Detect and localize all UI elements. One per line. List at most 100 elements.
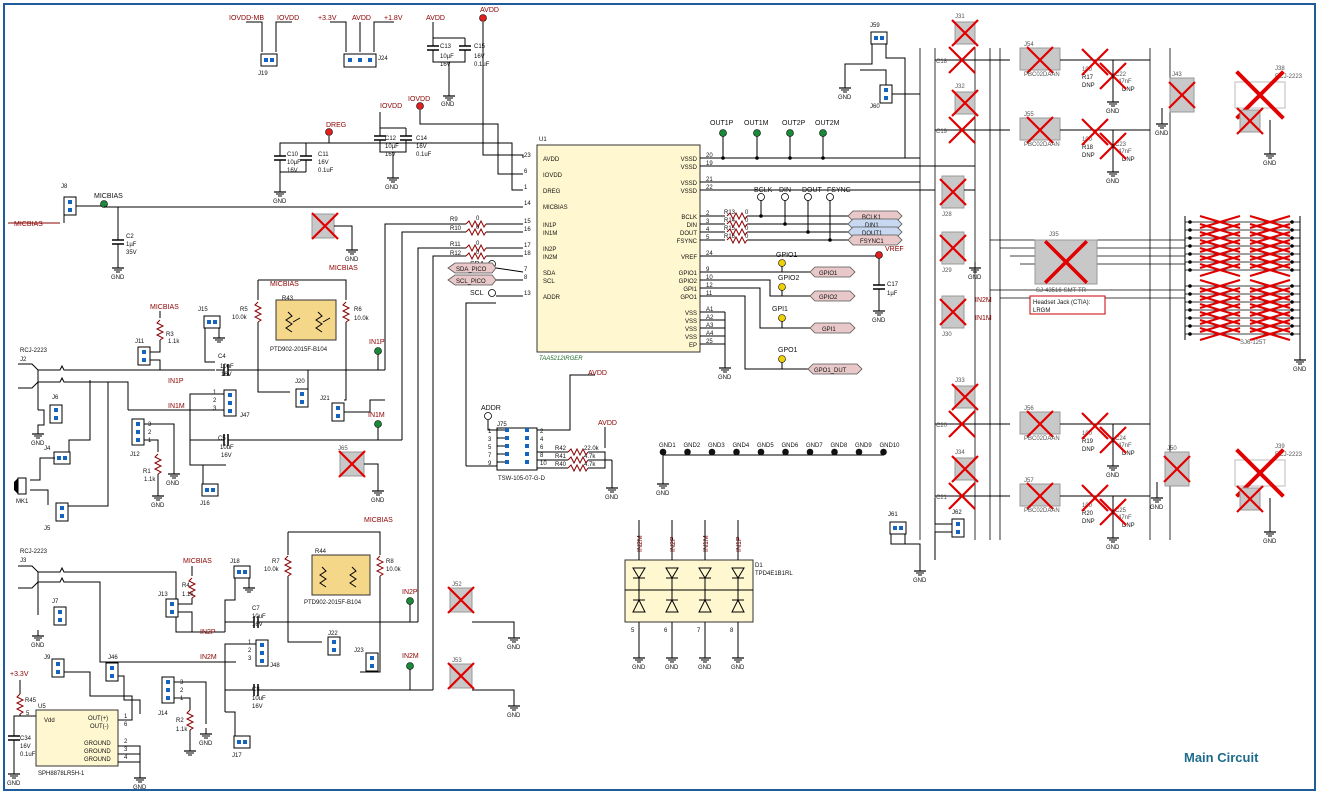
res-ref: R2	[176, 718, 184, 724]
svg-text:1: 1	[213, 390, 217, 396]
cap-value: 10uF	[220, 445, 234, 451]
net-label: IN2M	[637, 535, 644, 552]
net-label: AVDD	[588, 370, 607, 377]
gnd-label: GND	[441, 102, 455, 108]
vref-section: VREF GND C17 1µF	[700, 246, 904, 324]
pot-part: PTD902-2015F-B104	[304, 600, 362, 606]
pin-label: VSS	[685, 311, 697, 317]
pin-num: 14	[524, 201, 531, 207]
gnd-label: GND	[1106, 109, 1120, 115]
cap-value: 0.1uF	[416, 152, 432, 158]
pin-num: 5	[631, 628, 635, 634]
ref-label: J43	[1172, 72, 1182, 78]
channel1-input: RCJ-2223 J2 J11 MICBIAS R3 1.1k IN1P J15…	[14, 265, 402, 532]
svg-text:2: 2	[180, 688, 184, 694]
ref-label: J16	[200, 501, 210, 507]
res-ref: R9	[450, 217, 458, 223]
pin-num: 8	[730, 628, 734, 634]
net-label: IN1M	[168, 403, 185, 410]
pin-num: 1	[124, 714, 128, 720]
gnd-testpoint-label: GND9	[855, 443, 872, 449]
ic-ref: U5	[38, 704, 46, 710]
cap-ref: C2	[126, 234, 134, 240]
gnd-label: GND	[1155, 131, 1169, 137]
cap-ref: C14	[416, 136, 428, 142]
tp-label: MICBIAS	[94, 193, 123, 200]
sheet-title: Main Circuit	[1184, 750, 1259, 765]
ref-label: J54	[1024, 42, 1034, 48]
ref-label: J33	[955, 378, 965, 384]
cap-value: 0.1uF	[20, 752, 36, 758]
gnd-label: GND	[698, 665, 712, 671]
gnd-testpoint-label: GND4	[733, 443, 750, 449]
gnd-testpoint-row: GND1 GND2 GND3 GND4 GND5 GND6 GND7 GND8 GND9 GND1…	[656, 443, 900, 497]
net-label: IN2M	[402, 653, 419, 660]
ic-part: TSW-105-07-G-D	[498, 476, 546, 482]
ic-part: SJ-43516-SMT-TR	[1036, 288, 1087, 294]
ref-label: J13	[158, 592, 168, 598]
ref-label: J5	[44, 526, 51, 532]
res-value: 1.1k	[144, 477, 156, 483]
rcj-part: RCJ-2223	[20, 348, 48, 354]
pin-num: 10	[540, 461, 547, 467]
ic-part: PBC02DAAN	[1024, 508, 1060, 514]
gnd-testpoint	[708, 448, 716, 456]
cap-ref: C34	[20, 736, 32, 742]
ref-label: J18	[230, 559, 240, 565]
svg-text:J65: J65	[338, 446, 348, 452]
cap-ref: C11	[318, 152, 329, 158]
tag-label: GPIO1	[819, 271, 838, 277]
tp-label: OUT1M	[744, 120, 769, 127]
j19-jumper[interactable]: IOVDD-MB IOVDD J19	[229, 15, 299, 77]
gnd-label: GND	[1263, 539, 1277, 545]
ref-label: C20	[936, 423, 948, 429]
net-label: IN2P	[670, 536, 677, 552]
gnd-label: GND	[7, 781, 21, 787]
pin-label: IN2M	[543, 255, 557, 261]
tp-label: BCLK	[754, 187, 773, 194]
net-label: IN1P	[369, 339, 385, 346]
pin-label: GROUND	[84, 741, 111, 747]
gpio-section: GPIO1 GPIO1 GPIO2 GPIO2 GPI1 GPI1 GPO1 G…	[700, 252, 863, 375]
gnd-label: GND	[872, 318, 886, 324]
j24-jumper[interactable]: +3.3V AVDD +1.8V J24	[318, 15, 403, 68]
cap-value: 1µF	[887, 291, 898, 297]
cap-ref: C8	[252, 687, 260, 693]
gnd-label: GND	[151, 503, 165, 509]
pin-label: GPO1	[680, 295, 697, 301]
pin-label: OUT(+)	[88, 716, 108, 722]
pin-num: 15	[524, 219, 531, 225]
ref-label: J17	[232, 753, 242, 759]
tp-label: DOUT	[802, 187, 823, 194]
ic-part: PBC02DAAN	[1024, 72, 1060, 78]
vss-ground: GND	[700, 311, 732, 381]
cap-volt: 35V	[126, 250, 137, 256]
audio-bus: BCLK DIN DOUT FSYNC R13 R14 R15 R16 0 0 …	[700, 187, 903, 246]
svg-text:3: 3	[180, 680, 184, 686]
mic-ref: MK1	[16, 499, 29, 505]
pin-label: ADDR	[543, 295, 561, 301]
pin-label: AVDD	[543, 157, 560, 163]
svg-text:2: 2	[248, 648, 252, 654]
ref-label: J29	[942, 268, 952, 274]
header-pin	[525, 444, 529, 448]
gnd-label: GND	[371, 498, 385, 504]
pin-num: 4	[124, 755, 128, 761]
tp-label: GPO1	[778, 347, 798, 354]
net-label: IN2P	[402, 589, 418, 596]
gnd-label: GND	[1293, 367, 1307, 373]
res-value: 1.1k	[176, 727, 188, 733]
tp-label: GPIO1	[776, 252, 798, 259]
ref-label: J57	[1024, 478, 1034, 484]
tag-label: SCL_PICO	[456, 279, 486, 285]
ref-label: J15	[198, 307, 208, 313]
pin-label: IOVDD	[543, 173, 563, 179]
pin-num: 6	[664, 628, 668, 634]
res-ref: R4	[182, 583, 190, 589]
dnp-label: DNP	[1082, 447, 1095, 453]
cap-value: 0.1uF	[474, 62, 490, 68]
res-ref: R40	[555, 462, 567, 468]
pin-label: VSS	[685, 335, 697, 341]
gnd-testpoint	[782, 448, 789, 456]
pin-label: MICBIAS	[543, 205, 568, 211]
